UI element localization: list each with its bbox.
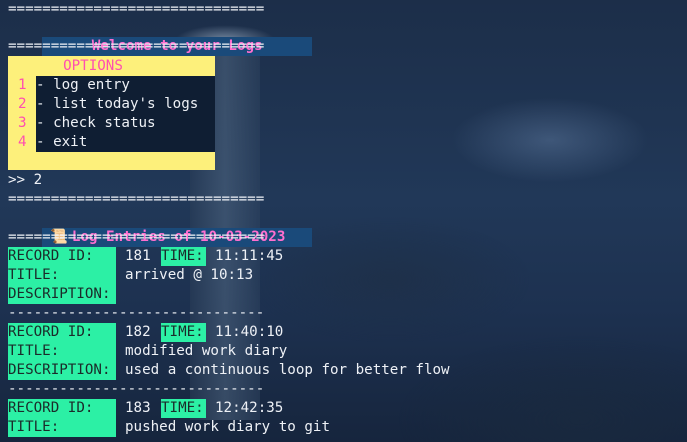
title-value: modified work diary [125,343,288,359]
options-heading: OPTIONS [63,58,123,74]
rule-double: ============================== [8,229,265,245]
option-number: 1 [18,77,27,93]
rule-single: ------------------------------ [8,305,265,321]
option-number: 3 [18,115,27,131]
record-id-label: RECORD ID: [8,399,116,418]
title-label: TITLE: [8,342,116,361]
title-value: arrived @ 10:13 [125,267,254,283]
time-label: TIME: [161,247,206,266]
option-number: 2 [18,96,27,112]
record-id-value: 181 [125,248,151,264]
title-value: pushed work diary to git [125,419,330,435]
description-label: DESCRIPTION: [8,361,116,380]
time-value: 11:40:10 [215,324,284,340]
rule-double: ============================== [8,191,265,207]
time-value: 12:42:35 [215,400,284,416]
option-log-entry: - log entry [36,76,215,95]
option-list-logs: - list today's logs [36,95,215,114]
time-label: TIME: [161,399,206,418]
terminal-output[interactable]: ============================== Welcome t… [8,0,687,442]
record-id-value: 183 [125,400,151,416]
time-value: 11:11:45 [215,248,284,264]
option-exit: - exit [36,133,215,152]
rule-single: ------------------------------ [8,381,265,397]
rule-double: ============================== [8,1,265,17]
description-value: used a continuous loop for better flow [125,362,450,378]
title-label: TITLE: [8,418,116,437]
description-label: DESCRIPTION: [8,285,116,304]
rule-double: ============================== [8,38,265,54]
section-title-row: 📜 Log Entries of 10-03-2023 [8,209,313,247]
record-id-label: RECORD ID: [8,323,116,342]
record-id-value: 182 [125,324,151,340]
option-check-status: - check status [36,114,215,133]
command-prompt[interactable]: >> 2 [8,171,42,190]
record-id-label: RECORD ID: [8,247,116,266]
time-label: TIME: [161,323,206,342]
welcome-banner-row: Welcome to your Logs [8,18,313,56]
title-label: TITLE: [8,266,116,285]
option-number: 4 [18,134,27,150]
